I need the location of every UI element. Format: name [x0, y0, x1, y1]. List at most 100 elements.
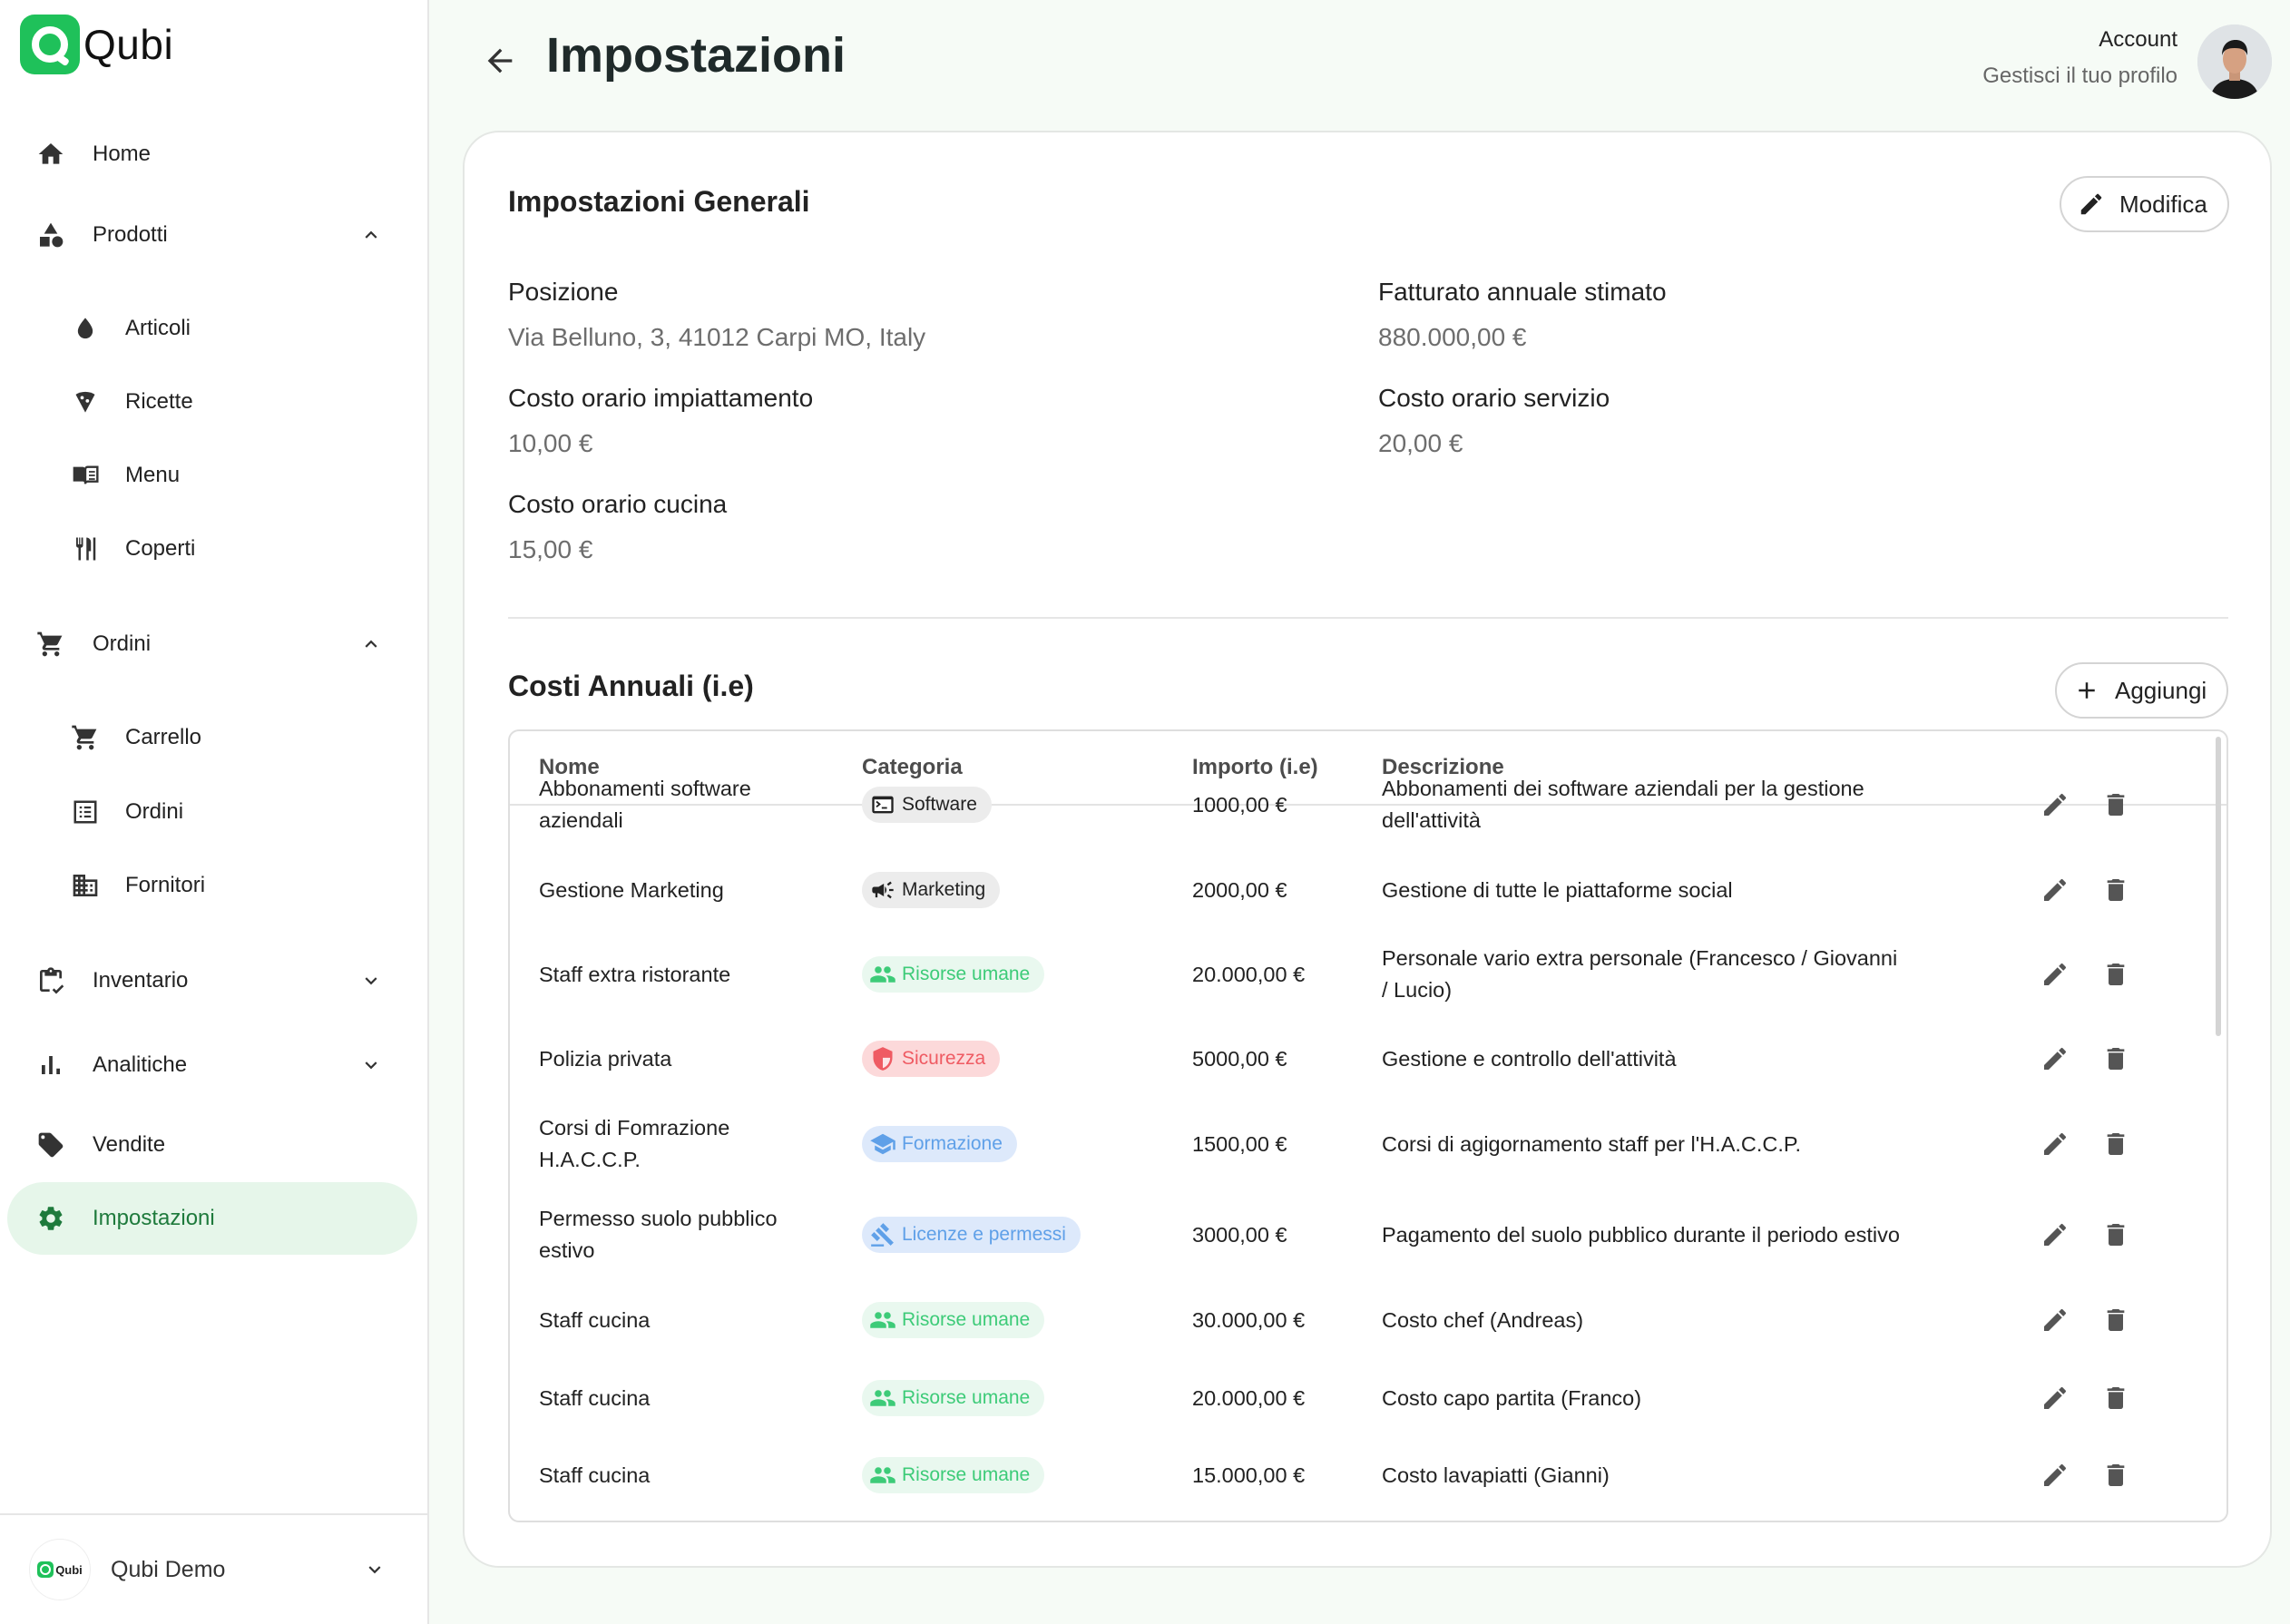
cutlery-icon — [67, 531, 103, 567]
sidebar-item-label: Ordini — [125, 799, 184, 824]
chevron-down-icon[interactable] — [361, 1556, 388, 1583]
pencil-icon — [2040, 1130, 2070, 1159]
cost-name: Staff cucina — [539, 1463, 651, 1487]
sidebar-item-home[interactable]: Home — [7, 118, 417, 191]
delete-row-button[interactable] — [2098, 1217, 2134, 1253]
sidebar-item-label: Articoli — [125, 316, 191, 340]
account-title[interactable]: Account — [2099, 27, 2177, 53]
category-chip: Risorse umane — [862, 1380, 1045, 1416]
settings-card: Impostazioni Generali Modifica Posizione… — [463, 131, 2272, 1568]
cost-name: Staff extra ristorante — [539, 962, 731, 986]
sidebar-item-impostazioni[interactable]: Impostazioni — [7, 1182, 417, 1255]
sidebar-item-articoli[interactable]: Articoli — [7, 292, 417, 365]
sidebar-item-fornitori[interactable]: Fornitori — [7, 849, 417, 922]
cost-amount: 1000,00 € — [1192, 792, 1287, 817]
sidebar-item-label: Home — [93, 142, 152, 166]
edit-row-button[interactable] — [2037, 1380, 2073, 1416]
delete-row-button[interactable] — [2098, 1380, 2134, 1416]
delete-row-button[interactable] — [2098, 1041, 2134, 1077]
edit-row-button[interactable] — [2037, 1457, 2073, 1493]
delete-row-button[interactable] — [2098, 1457, 2134, 1493]
edit-row-button[interactable] — [2037, 956, 2073, 993]
arrow-left-icon — [487, 48, 513, 73]
delete-row-button[interactable] — [2098, 787, 2134, 823]
sidebar-item-coperti[interactable]: Coperti — [7, 513, 417, 585]
edit-row-button[interactable] — [2037, 787, 2073, 823]
cost-description: Personale vario extra personale (Frances… — [1382, 946, 1898, 1002]
sidebar-item-ricette[interactable]: Ricette — [7, 366, 417, 438]
cost-name: Gestione Marketing — [539, 877, 724, 902]
account-subtitle[interactable]: Gestisci il tuo profilo — [1982, 64, 2177, 89]
cost-name: Abbonamenti software aziendali — [539, 777, 751, 832]
pizza-icon — [67, 384, 103, 420]
delete-row-button[interactable] — [2098, 1126, 2134, 1162]
tag-icon — [33, 1127, 69, 1163]
cost-description: Abbonamenti dei software aziendali per l… — [1382, 777, 1864, 832]
chevron-down-icon[interactable] — [357, 967, 385, 994]
edit-button-label: Modifica — [2119, 190, 2207, 218]
sidebar-item-inventario[interactable]: Inventario — [7, 944, 417, 1017]
edit-button[interactable]: Modifica — [2060, 176, 2229, 232]
trash-icon — [2101, 1461, 2130, 1490]
sidebar-item-vendite[interactable]: Vendite — [7, 1109, 417, 1181]
avatar[interactable] — [2197, 24, 2272, 99]
add-cost-button[interactable]: Aggiungi — [2055, 662, 2229, 719]
cost-name: Staff cucina — [539, 1385, 651, 1410]
field-label-fatturato: Fatturato annuale stimato — [1378, 278, 1667, 306]
sidebar-item-carrello[interactable]: Carrello — [7, 701, 417, 774]
cost-name: Staff cucina — [539, 1307, 651, 1332]
column-header-categoria[interactable]: Categoria — [862, 755, 963, 780]
chevron-up-icon[interactable] — [357, 631, 385, 658]
category-chip-label: Sicurezza — [902, 1048, 986, 1069]
field-value-costo-servizio: 20,00 € — [1378, 429, 1463, 457]
workspace-logo: Qubi — [29, 1539, 91, 1600]
table-scrollbar[interactable] — [2216, 737, 2221, 1036]
pencil-icon — [2040, 960, 2070, 989]
trash-icon — [2101, 1044, 2130, 1073]
cost-amount: 20.000,00 € — [1192, 1385, 1306, 1410]
sidebar-item-prodotti[interactable]: Prodotti — [7, 199, 417, 271]
sidebar: Qubi Home Prodotti Articoli Ricette Menu — [0, 0, 429, 1624]
app-logo[interactable]: Qubi — [20, 15, 173, 74]
field-value-posizione: Via Belluno, 3, 41012 Carpi MO, Italy — [508, 323, 926, 351]
trash-icon — [2101, 1220, 2130, 1249]
sidebar-item-ordini[interactable]: Ordini — [7, 608, 417, 680]
plus-icon — [2071, 675, 2102, 706]
sidebar-item-label: Coperti — [125, 536, 196, 561]
delete-row-button[interactable] — [2098, 1302, 2134, 1338]
category-chip-label: Formazione — [902, 1133, 1003, 1154]
workspace-switcher[interactable]: Qubi Qubi Demo — [0, 1513, 427, 1624]
category-chip: Risorse umane — [862, 1302, 1045, 1338]
sidebar-item-ordini-list[interactable]: Ordini — [7, 776, 417, 848]
delete-row-button[interactable] — [2098, 956, 2134, 993]
cost-name: Permesso suolo pubblico estivo — [539, 1207, 778, 1262]
divider — [508, 617, 2228, 619]
edit-row-button[interactable] — [2037, 1126, 2073, 1162]
sidebar-item-label: Inventario — [93, 968, 189, 993]
column-header-importo[interactable]: Importo (i.e) — [1192, 755, 1318, 780]
pencil-icon — [2076, 189, 2107, 220]
edit-row-button[interactable] — [2037, 872, 2073, 908]
chevron-up-icon[interactable] — [357, 221, 385, 249]
cost-amount: 15.000,00 € — [1192, 1463, 1306, 1487]
edit-row-button[interactable] — [2037, 1302, 2073, 1338]
delete-row-button[interactable] — [2098, 872, 2134, 908]
app-name: Qubi — [83, 21, 174, 68]
cost-amount: 5000,00 € — [1192, 1046, 1287, 1071]
sidebar-item-menu[interactable]: Menu — [7, 439, 417, 512]
category-chip: Formazione — [862, 1126, 1017, 1162]
sidebar-item-analitiche[interactable]: Analitiche — [7, 1029, 417, 1101]
trash-icon — [2101, 1130, 2130, 1159]
trash-icon — [2101, 790, 2130, 819]
field-label-costo-servizio: Costo orario servizio — [1378, 384, 1610, 412]
back-button[interactable] — [479, 40, 521, 82]
trash-icon — [2101, 960, 2130, 989]
costs-table: Nome Categoria Importo (i.e) Descrizione… — [508, 729, 2228, 1522]
home-icon — [33, 136, 69, 172]
edit-row-button[interactable] — [2037, 1041, 2073, 1077]
cost-amount: 2000,00 € — [1192, 877, 1287, 902]
category-chip: Sicurezza — [862, 1041, 1001, 1077]
sidebar-item-label: Menu — [125, 463, 181, 487]
edit-row-button[interactable] — [2037, 1217, 2073, 1253]
chevron-down-icon[interactable] — [357, 1052, 385, 1079]
